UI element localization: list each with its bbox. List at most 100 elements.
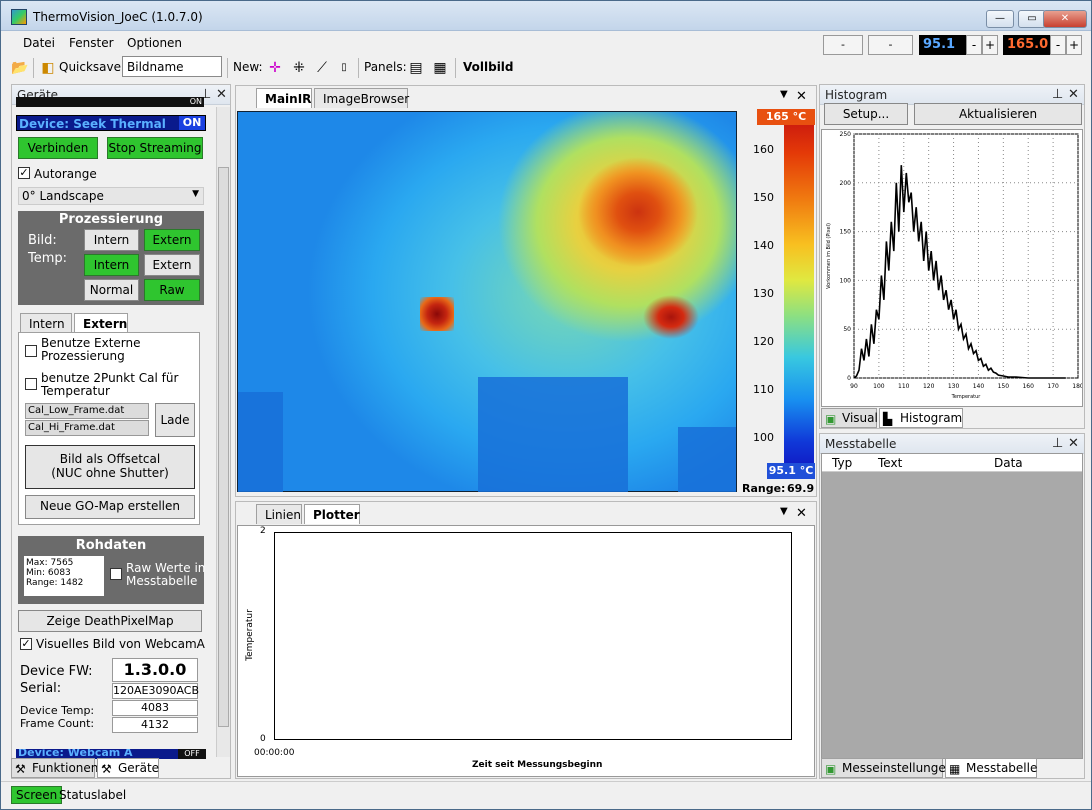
histogram-chart: 90 100 110 120 130 140 150 160 170 180 250 200 150 10… [826, 131, 1084, 400]
tab-mainir[interactable]: MainIR [256, 88, 312, 108]
tab-messtabelle[interactable]: ▦ Messtabelle [945, 758, 1037, 778]
new-point-icon[interactable]: ✛ [266, 59, 284, 77]
webcam-checkbox[interactable]: ✓ [20, 638, 32, 650]
new-box-icon[interactable]: ▯ [335, 59, 353, 77]
range-value: 69.9 [787, 482, 815, 495]
chevron-down-icon[interactable]: ▼ [780, 89, 788, 100]
temp-low-display[interactable]: 95.1 [919, 35, 966, 55]
histogram-xtick-label: 170 [1047, 383, 1059, 390]
offset-cal-button[interactable]: Bild als Offsetcal (NUC ohne Shutter) [25, 445, 195, 489]
top-field-2[interactable]: - [868, 35, 913, 55]
device-status-badge[interactable]: ON [179, 116, 205, 130]
temp-low-plus-button[interactable]: + [982, 35, 998, 55]
temp-intern-button[interactable]: Intern [84, 254, 139, 276]
temp-low-minus-button[interactable]: - [966, 35, 982, 55]
menu-fenster[interactable]: Fenster [69, 36, 114, 50]
colorbar-min-label: 95.1 °C [767, 463, 815, 479]
cal-hi-file[interactable]: Cal_Hi_Frame.dat [25, 420, 149, 436]
bild-intern-button[interactable]: Intern [84, 229, 139, 251]
fullscreen-button[interactable]: Vollbild [463, 60, 514, 74]
open-folder-icon[interactable]: 📂 [11, 59, 29, 77]
prev-device-strip: ON [16, 97, 204, 107]
device-header[interactable]: Device: Seek Thermal ON [16, 115, 206, 131]
close-panel-icon[interactable]: ✕ [796, 506, 807, 521]
close-panel-icon[interactable]: ✕ [1068, 87, 1079, 102]
plotter-area[interactable]: 2 0 00:00:00 Temperatur Zeit seit Messun… [237, 525, 815, 777]
cal-low-file[interactable]: Cal_Low_Frame.dat [25, 403, 149, 419]
two-point-cal-checkbox[interactable] [25, 378, 37, 390]
external-processing-checkbox[interactable] [25, 345, 37, 357]
processing-title: Prozessierung [58, 212, 164, 227]
maximize-button[interactable]: ▭ [1018, 10, 1046, 28]
histogram-ytick-label: 0 [847, 375, 851, 382]
orientation-value: 0° Landscape [22, 189, 104, 203]
menu-optionen[interactable]: Optionen [127, 36, 182, 50]
new-line-icon[interactable]: ⟋ [313, 59, 331, 77]
scrollbar-thumb[interactable] [218, 167, 229, 727]
tab-visual[interactable]: ▣ Visual [821, 408, 878, 428]
autorange-checkbox[interactable]: ✓ [18, 167, 30, 179]
tab-funktionen[interactable]: ⚒ Funktionen [11, 758, 98, 778]
normal-button[interactable]: Normal [84, 279, 139, 301]
tab-extern[interactable]: Extern [74, 313, 128, 333]
load-cal-button[interactable]: Lade [155, 403, 195, 437]
pin-icon[interactable]: ⊥ [1052, 87, 1063, 102]
raw-to-table-checkbox[interactable] [110, 568, 122, 580]
screen-badge[interactable]: Screen [11, 786, 63, 804]
stop-streaming-button[interactable]: Stop Streaming [107, 137, 203, 159]
orientation-select[interactable]: 0° Landscape ▼ [18, 187, 204, 205]
plotter-ylabel: Temperatur [244, 609, 255, 661]
menu-datei[interactable]: Datei [23, 36, 55, 50]
minimize-button[interactable]: — [986, 10, 1014, 28]
two-point-cal-label-2: Temperatur [41, 384, 110, 398]
column-header-text[interactable]: Text [878, 456, 902, 470]
histogram-xtick-label: 110 [898, 383, 910, 390]
column-header-data[interactable]: Data [994, 456, 1023, 470]
tab-imagebrowser[interactable]: ImageBrowser [314, 88, 409, 108]
measure-table[interactable]: Typ Text Data [821, 453, 1083, 759]
histogram-icon: ▙ [883, 412, 893, 426]
tab-messeinstellungen[interactable]: ▣ Messeinstellungen [821, 758, 953, 778]
raw-min: Min: 6083 [26, 568, 71, 578]
tab-geraete[interactable]: ⚒ Geräte [97, 758, 159, 778]
close-window-button[interactable]: ✕ [1043, 10, 1087, 28]
connect-button[interactable]: Verbinden [18, 137, 98, 159]
temp-high-minus-button[interactable]: - [1050, 35, 1066, 55]
colorbar-tick: 130 [753, 287, 774, 300]
chevron-down-icon[interactable]: ▼ [780, 506, 788, 517]
toolbar-separator [227, 58, 228, 78]
quicksave-icon[interactable]: ◧ [39, 59, 57, 77]
raw-button[interactable]: Raw [144, 279, 200, 301]
colorbar-tick: 150 [753, 191, 774, 204]
histogram-refresh-button[interactable]: Aktualisieren [914, 103, 1082, 125]
histogram-setup-button[interactable]: Setup... [824, 103, 908, 125]
close-panel-icon[interactable]: ✕ [796, 89, 807, 104]
thermal-image[interactable] [237, 111, 737, 492]
histogram-ytick-label: 50 [843, 326, 851, 333]
column-header-typ[interactable]: Typ [832, 456, 852, 470]
tab-histogram-label: Histogram [900, 411, 963, 425]
pin-icon[interactable]: ⊥ [1052, 436, 1063, 451]
bild-extern-button[interactable]: Extern [144, 229, 200, 251]
temp-high-display[interactable]: 165.0 [1003, 35, 1050, 55]
new-crosshair-icon[interactable]: ⁜ [290, 59, 308, 77]
close-panel-icon[interactable]: ✕ [1068, 436, 1079, 451]
top-field-1[interactable]: - [823, 35, 863, 55]
close-panel-icon[interactable]: ✕ [216, 87, 227, 102]
new-gomap-button[interactable]: Neue GO-Map erstellen [25, 495, 195, 519]
tab-intern[interactable]: Intern [20, 313, 72, 333]
processing-block: Prozessierung Bild: Temp: Intern Extern … [18, 211, 204, 305]
tab-linien[interactable]: Linien [256, 504, 302, 524]
range-label: Range: [742, 482, 786, 495]
thermal-hotspot [420, 297, 454, 331]
deathpixel-button[interactable]: Zeige DeathPixelMap [18, 610, 202, 632]
panel-layout-1-icon[interactable]: ▤ [407, 59, 425, 77]
tab-histogram[interactable]: ▙ Histogram [879, 408, 963, 428]
quicksave-input[interactable] [122, 56, 222, 77]
panel-layout-2-icon[interactable]: ▦ [431, 59, 449, 77]
temp-extern-button[interactable]: Extern [144, 254, 200, 276]
tab-plotter[interactable]: Plotter [304, 504, 360, 524]
temp-high-plus-button[interactable]: + [1066, 35, 1082, 55]
devices-scrollbar[interactable] [216, 107, 230, 757]
table-icon: ▦ [949, 762, 961, 776]
